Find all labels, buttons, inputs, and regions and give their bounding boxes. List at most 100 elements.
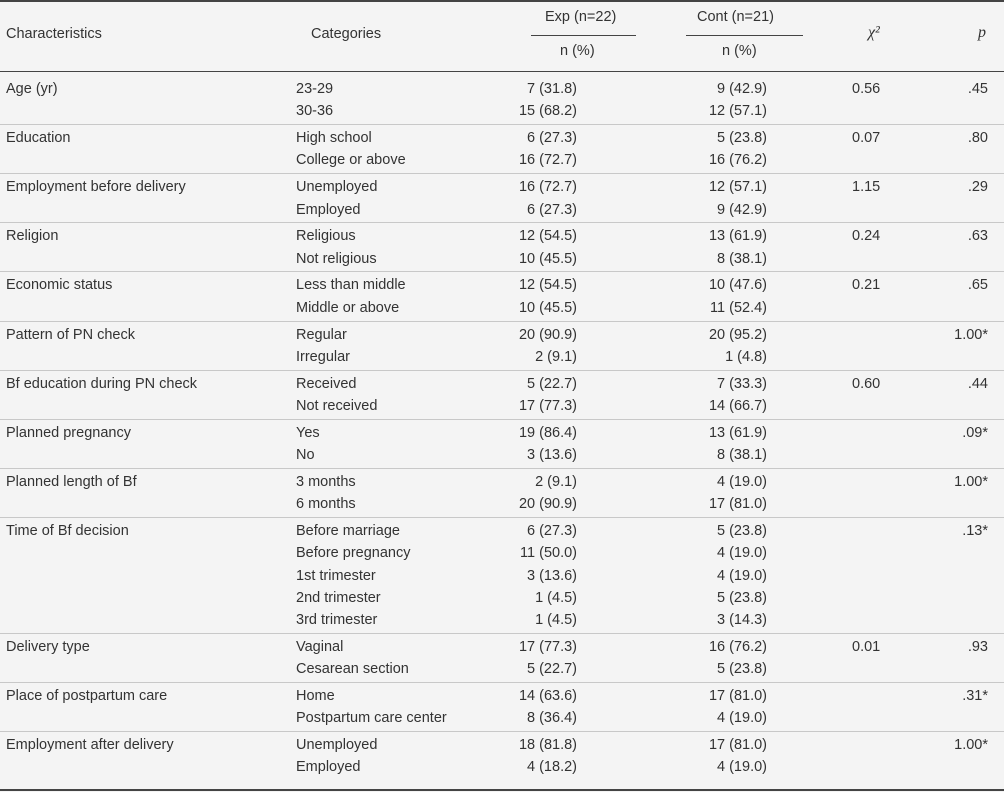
p-value: .80 xyxy=(967,130,988,147)
p-value: 1.00* xyxy=(954,737,988,754)
exp-value: 10 (45.5) xyxy=(518,299,577,316)
cont-value: 5 (23.8) xyxy=(717,661,767,678)
characteristic-label: Education xyxy=(6,130,71,147)
header-cont-sub: n (%) xyxy=(722,43,757,59)
cont-value: 7 (33.3) xyxy=(717,375,767,392)
exp-value: 2 (9.1) xyxy=(535,348,577,365)
category-label: Unemployed xyxy=(296,737,378,754)
p-value: .65 xyxy=(967,277,988,294)
cont-value: 4 (19.0) xyxy=(717,710,767,727)
category-label: Irregular xyxy=(296,348,350,365)
characteristic-label: Religion xyxy=(6,228,59,245)
header-cont: Cont (n=21) xyxy=(697,9,774,25)
cont-value: 5 (23.8) xyxy=(717,130,767,147)
category-label: Received xyxy=(296,375,357,392)
header-cont-underline xyxy=(686,35,803,36)
header-exp-underline xyxy=(531,35,636,36)
exp-value: 3 (13.6) xyxy=(527,447,577,463)
p-value: 1.00* xyxy=(954,473,988,490)
category-label: Unemployed xyxy=(296,179,378,196)
chi-square-value: 0.01 xyxy=(852,638,881,655)
exp-value: 6 (27.3) xyxy=(527,522,577,539)
category-label: Employed xyxy=(296,759,361,776)
category-label: Less than middle xyxy=(296,277,406,294)
exp-value: 15 (68.2) xyxy=(518,103,577,120)
cont-value: 5 (23.8) xyxy=(717,522,767,539)
p-value: .63 xyxy=(967,228,988,245)
exp-value: 19 (86.4) xyxy=(518,424,577,441)
p-value: .29 xyxy=(967,179,988,196)
cont-value: 8 (38.1) xyxy=(717,447,767,463)
category-label: Not received xyxy=(296,397,378,414)
chi-square-value: 0.24 xyxy=(852,228,881,245)
exp-value: 20 (90.9) xyxy=(518,326,577,343)
chi-square-value: 0.56 xyxy=(852,81,881,97)
p-value: .45 xyxy=(967,81,988,97)
category-label: Before marriage xyxy=(296,522,400,539)
exp-value: 10 (45.5) xyxy=(518,250,577,267)
row-separator xyxy=(0,632,1004,634)
row-separator xyxy=(0,173,1004,175)
exp-value: 18 (81.8) xyxy=(518,737,577,754)
row-separator xyxy=(0,516,1004,518)
cont-value: 9 (42.9) xyxy=(717,201,767,218)
header-exp: Exp (n=22) xyxy=(545,9,617,25)
cont-value: 13 (61.9) xyxy=(708,424,767,441)
cont-value: 16 (76.2) xyxy=(708,638,767,655)
characteristic-label: Planned length of Bf xyxy=(6,473,137,490)
characteristic-label: Time of Bf decision xyxy=(6,522,129,539)
cont-value: 9 (42.9) xyxy=(717,81,767,97)
p-value: .13* xyxy=(962,522,988,539)
header-exp-sub: n (%) xyxy=(560,43,595,59)
cont-value: 12 (57.1) xyxy=(708,103,767,120)
header-rule xyxy=(0,71,1004,72)
exp-value: 7 (31.8) xyxy=(527,81,577,97)
category-label: Employed xyxy=(296,201,361,218)
cont-value: 10 (47.6) xyxy=(708,277,767,294)
cont-value: 16 (76.2) xyxy=(708,152,767,169)
exp-value: 5 (22.7) xyxy=(527,375,577,392)
p-value: .31* xyxy=(962,688,988,704)
category-label: College or above xyxy=(296,152,406,169)
exp-value: 8 (36.4) xyxy=(527,710,577,727)
header-chi-square: χ² xyxy=(868,24,880,41)
category-label: Middle or above xyxy=(296,299,400,316)
exp-value: 5 (22.7) xyxy=(527,661,577,678)
cont-value: 4 (19.0) xyxy=(717,759,767,776)
exp-value: 6 (27.3) xyxy=(527,130,577,147)
category-label: Before pregnancy xyxy=(296,545,411,562)
header-characteristics: Characteristics xyxy=(6,26,102,42)
characteristic-label: Pattern of PN check xyxy=(6,326,135,343)
category-label: 2nd trimester xyxy=(296,589,381,606)
chi-square-value: 0.07 xyxy=(852,130,881,147)
p-value: .93 xyxy=(967,638,988,655)
category-label: 30-36 xyxy=(296,103,334,120)
cont-value: 20 (95.2) xyxy=(708,326,767,343)
cont-value: 17 (81.0) xyxy=(708,496,767,513)
category-label: Home xyxy=(296,688,335,704)
row-separator xyxy=(0,369,1004,371)
exp-value: 14 (63.6) xyxy=(518,688,577,704)
cont-value: 3 (14.3) xyxy=(717,612,767,629)
cont-value: 17 (81.0) xyxy=(708,688,767,704)
exp-value: 11 (50.0) xyxy=(520,545,577,562)
characteristic-label: Delivery type xyxy=(6,638,90,655)
characteristic-label: Place of postpartum care xyxy=(6,688,168,704)
characteristic-label: Age (yr) xyxy=(6,81,58,97)
characteristic-label: Economic status xyxy=(6,277,113,294)
cont-value: 13 (61.9) xyxy=(708,228,767,245)
row-separator xyxy=(0,320,1004,322)
p-value: .44 xyxy=(967,375,988,392)
header-categories: Categories xyxy=(311,26,382,42)
cont-value: 17 (81.0) xyxy=(708,737,767,754)
exp-value: 3 (13.6) xyxy=(527,567,577,584)
exp-value: 1 (4.5) xyxy=(535,612,577,629)
exp-value: 6 (27.3) xyxy=(527,201,577,218)
row-separator xyxy=(0,418,1004,420)
cont-value: 1 (4.8) xyxy=(725,348,767,365)
chi-square-value: 0.60 xyxy=(852,375,881,392)
exp-value: 16 (72.7) xyxy=(518,179,577,196)
exp-value: 2 (9.1) xyxy=(535,473,577,490)
category-label: 6 months xyxy=(296,496,356,513)
category-label: 3rd trimester xyxy=(296,612,378,629)
